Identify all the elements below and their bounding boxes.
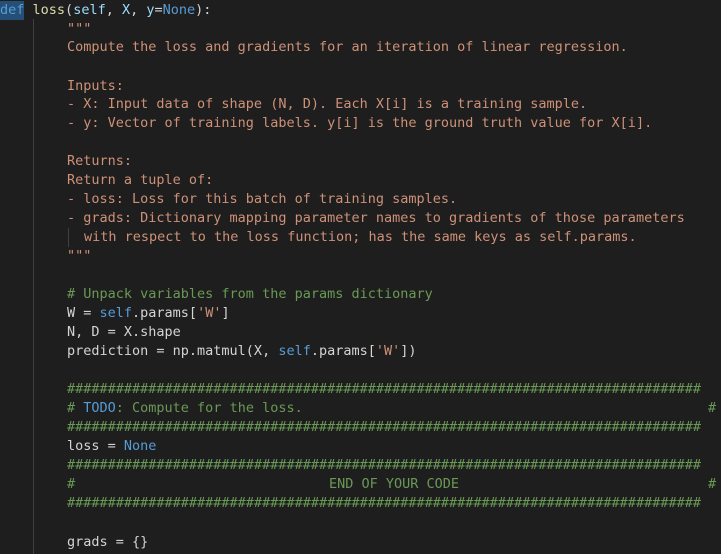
docstring-line: - loss: Loss for this batch of training … xyxy=(67,191,458,207)
code-line-loss[interactable]: loss = None xyxy=(67,437,721,456)
comment-hash: # xyxy=(708,400,717,416)
function-name: loss xyxy=(32,2,66,18)
comment-line: # Unpack variables from the params dicti… xyxy=(67,286,433,302)
separator: , xyxy=(130,2,147,18)
docstring-line: - grads: Dictionary mapping parameter na… xyxy=(67,210,685,226)
separator: , xyxy=(105,2,122,18)
indent-guide-docstring xyxy=(68,228,69,247)
docstring-line: Return a tuple of: xyxy=(67,172,214,188)
docstring-line: - y: Vector of training labels. y[i] is … xyxy=(67,115,653,131)
comment-text: : Compute for the loss. xyxy=(115,400,303,416)
paren: ): xyxy=(195,2,212,18)
indent-guide xyxy=(33,19,34,554)
code-text: ]) xyxy=(400,343,417,359)
string-literal: 'W' xyxy=(197,305,222,321)
self-keyword: self xyxy=(278,343,311,359)
todo-tag: TODO xyxy=(83,400,116,416)
hash-separator: ########################################… xyxy=(67,457,701,473)
comment-text: END OF YOUR CODE xyxy=(329,476,460,492)
none-literal: None xyxy=(123,438,157,454)
code-text: .params[ xyxy=(132,305,198,321)
code-text: W = xyxy=(67,305,100,321)
param-x: X xyxy=(121,2,131,18)
docstring-line: Returns: xyxy=(67,153,133,169)
param-self: self xyxy=(73,2,106,18)
comment-hash: # xyxy=(708,476,717,492)
docstring-line: Inputs: xyxy=(67,78,124,94)
self-keyword: self xyxy=(99,305,133,321)
hash-separator: ########################################… xyxy=(67,495,701,511)
end-code-comment-line: # END OF YOUR CODE # xyxy=(67,475,721,494)
code-text: ] xyxy=(221,305,230,321)
code-line-def[interactable]: def loss(self, X, y=None): xyxy=(0,1,721,20)
todo-comment-line: # TODO: Compute for the loss. # xyxy=(67,399,721,418)
code-editor[interactable]: def loss(self, X, y=None): """ Compute t… xyxy=(0,0,721,554)
selected-keyword: def xyxy=(0,1,25,20)
docstring-line: with respect to the loss function; has t… xyxy=(84,229,637,245)
hash-separator: ########################################… xyxy=(67,419,701,435)
code-text: prediction = np.matmul(X, xyxy=(67,343,279,359)
hash-separator: ########################################… xyxy=(67,381,701,397)
docstring-line: - X: Input data of shape (N, D). Each X[… xyxy=(67,96,588,112)
code-line-prediction[interactable]: prediction = np.matmul(X, self.params['W… xyxy=(67,342,721,361)
code-line-grads[interactable]: grads = {} xyxy=(67,533,721,552)
code-text: loss = xyxy=(67,438,124,454)
code-line-w[interactable]: W = self.params['W'] xyxy=(67,304,721,323)
code-line-nd[interactable]: N, D = X.shape xyxy=(67,323,721,342)
code-text: .params[ xyxy=(310,343,376,359)
operator: = xyxy=(154,2,163,18)
string-literal: 'W' xyxy=(375,343,401,359)
comment-hash: # xyxy=(67,476,76,492)
none-literal: None xyxy=(162,2,196,18)
docstring-open: """ xyxy=(67,21,92,37)
comment-hash: # xyxy=(67,400,84,416)
docstring-line: Compute the loss and gradients for an it… xyxy=(67,39,628,55)
docstring-close: """ xyxy=(67,248,92,264)
paren: ( xyxy=(65,2,74,18)
param-y: y xyxy=(146,2,155,18)
